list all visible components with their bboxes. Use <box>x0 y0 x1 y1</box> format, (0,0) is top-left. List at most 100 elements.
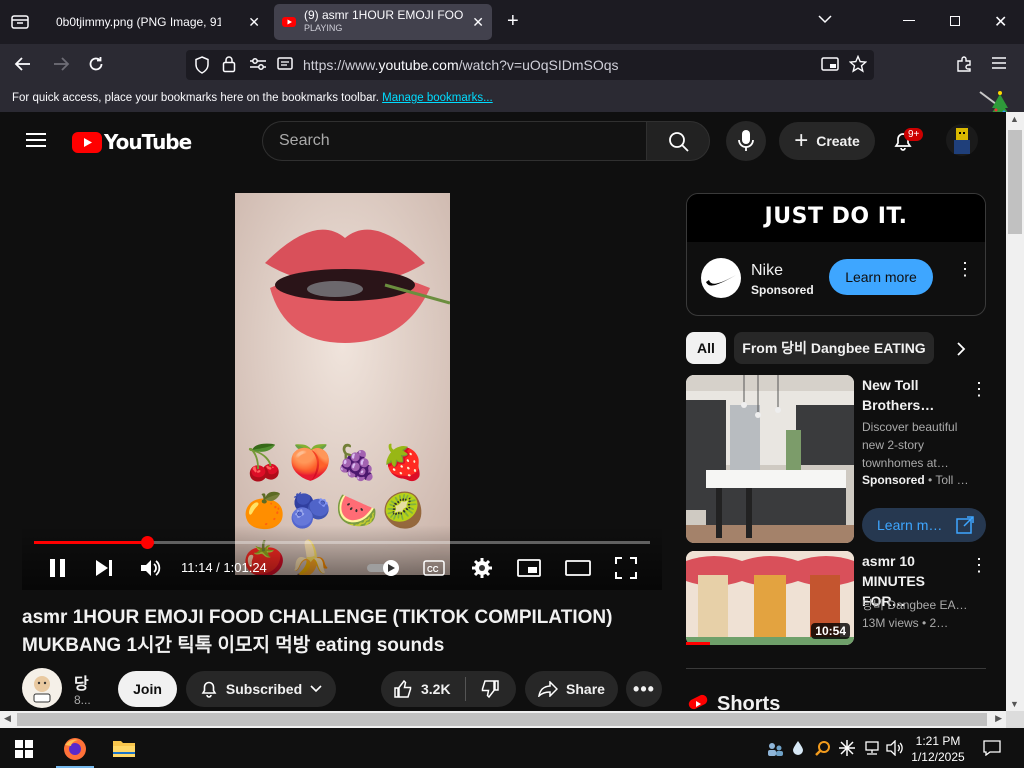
microphone-icon <box>738 130 754 152</box>
extensions-puzzle-icon[interactable] <box>955 55 973 73</box>
scroll-right-icon[interactable]: ▶ <box>995 713 1002 724</box>
duration-badge: 10:54 <box>811 623 850 639</box>
settings-gear-icon[interactable] <box>471 557 493 579</box>
volume-icon[interactable] <box>140 558 162 578</box>
close-icon[interactable]: ✕ <box>472 14 484 31</box>
scroll-thumb[interactable] <box>1008 130 1022 234</box>
url-path: /watch?v=uOqSIDmSOqs <box>458 57 619 73</box>
search-input[interactable]: Search <box>262 121 646 161</box>
kitchen-image <box>686 375 854 543</box>
youtube-logo-text: YouTube <box>104 130 192 154</box>
avatar[interactable] <box>946 124 978 156</box>
noodles-thumbnail[interactable]: 10:54 <box>686 551 854 645</box>
tab-list-chevron-icon[interactable] <box>818 14 832 24</box>
url-text[interactable]: https://www.youtube.com/watch?v=uOqSIDmS… <box>303 57 619 73</box>
subscribed-label: Subscribed <box>225 681 303 697</box>
more-vertical-icon[interactable]: ⋮ <box>970 555 988 576</box>
tab-png-image[interactable]: 0b0tjimmy.png (PNG Image, 918 × 918 pixe… <box>46 4 268 40</box>
lock-icon[interactable] <box>222 55 236 73</box>
reload-icon[interactable] <box>87 55 105 73</box>
scroll-up-icon[interactable]: ▲ <box>1010 114 1019 124</box>
windows-start-icon[interactable] <box>15 740 33 758</box>
tracking-shield-icon[interactable] <box>194 56 210 74</box>
youtube-logo[interactable]: YouTube <box>72 130 192 154</box>
restore-icon[interactable] <box>950 16 960 26</box>
snowflake-tray-icon[interactable] <box>839 740 855 756</box>
ad-tagline: JUST DO IT. <box>764 204 908 229</box>
dislike-icon[interactable] <box>480 679 500 699</box>
more-vertical-icon[interactable]: ⋮ <box>956 260 974 278</box>
water-drop-tray-icon[interactable] <box>792 740 804 756</box>
voice-search-button[interactable] <box>726 121 766 161</box>
manage-bookmarks-link[interactable]: Manage bookmarks... <box>382 92 493 104</box>
rec-learn-more-label: Learn m… <box>877 517 943 533</box>
more-vertical-icon[interactable]: ⋮ <box>970 379 988 400</box>
miniplayer-icon[interactable] <box>517 559 541 577</box>
rec-sponsored-label: Sponsored <box>862 473 925 487</box>
hamburger-menu-icon[interactable] <box>992 57 1006 69</box>
search-button[interactable] <box>646 121 710 161</box>
like-dislike-group: 3.2K <box>381 671 516 707</box>
notification-center-icon[interactable] <box>983 740 1001 756</box>
autoplay-toggle[interactable] <box>366 559 402 577</box>
rec-channel[interactable]: 당비 Dangbee EA… <box>862 596 967 614</box>
forward-arrow-icon[interactable] <box>52 55 70 73</box>
chip-all[interactable]: All <box>686 332 726 364</box>
tab-youtube-video[interactable]: (9) asmr 1HOUR EMOJI FOOD CHALLENGE PLAY… <box>274 4 492 40</box>
permissions-icon[interactable] <box>249 57 267 71</box>
progress-scrubber[interactable] <box>140 536 154 549</box>
system-clock[interactable]: 1:21 PM 1/12/2025 <box>902 733 974 765</box>
theater-mode-icon[interactable] <box>565 560 591 576</box>
fullscreen-icon[interactable] <box>615 557 637 579</box>
channel-avatar[interactable] <box>22 668 62 708</box>
rec-sponsor-name: • Toll … <box>928 473 969 487</box>
rec-learn-more-button[interactable]: Learn m… <box>862 508 986 542</box>
horizontal-scrollbar[interactable]: ◀ ▶ <box>0 711 1006 728</box>
more-actions-button[interactable]: ••• <box>626 671 662 707</box>
join-button[interactable]: Join <box>118 671 177 707</box>
channel-name[interactable]: 당 <box>74 670 89 694</box>
scroll-down-icon[interactable]: ▼ <box>1010 699 1019 709</box>
rec-sponsor-line: Sponsored • Toll … <box>862 473 969 487</box>
people-tray-icon[interactable] <box>766 740 784 758</box>
youtube-favicon-icon <box>282 15 296 29</box>
picture-in-picture-icon[interactable] <box>821 56 839 72</box>
create-button[interactable]: + Create <box>779 122 875 160</box>
network-icon[interactable] <box>863 741 881 755</box>
chevron-right-icon[interactable] <box>956 342 966 356</box>
clock-time: 1:21 PM <box>915 734 961 748</box>
vertical-scrollbar[interactable]: ▲ ▼ <box>1006 112 1024 711</box>
bookmark-star-icon[interactable] <box>849 55 867 73</box>
search-magnifier-tray-icon[interactable] <box>815 740 831 756</box>
video-frame[interactable]: 🍒 🍑 🍇 🍓 🍊 🫐 🍉 🥝 🍅 🍌 <box>235 193 450 575</box>
reader-view-icon[interactable] <box>277 57 293 71</box>
captions-icon[interactable]: CC <box>423 560 445 576</box>
minimize-icon[interactable] <box>903 20 915 21</box>
kitchen-thumbnail[interactable] <box>686 375 854 543</box>
firefox-view-icon[interactable] <box>10 13 30 31</box>
file-explorer-icon[interactable] <box>112 738 136 758</box>
like-count[interactable]: 3.2K <box>421 681 451 697</box>
back-arrow-icon[interactable] <box>14 55 32 73</box>
pause-icon[interactable] <box>49 558 67 578</box>
firefox-icon[interactable] <box>62 736 88 762</box>
learn-more-button[interactable]: Learn more <box>829 259 933 295</box>
ad-brand-name[interactable]: Nike <box>751 262 783 280</box>
chip-from-channel[interactable]: From 당비 Dangbee EATING <box>734 332 934 364</box>
scroll-thumb[interactable] <box>17 713 987 726</box>
bookmarks-hint: For quick access, place your bookmarks h… <box>12 92 379 104</box>
guide-menu-icon[interactable] <box>26 132 46 148</box>
clock-date: 1/12/2025 <box>911 750 965 764</box>
share-button[interactable]: Share <box>525 671 618 707</box>
window-close-icon[interactable]: ✕ <box>994 12 1007 32</box>
new-tab-icon[interactable]: + <box>507 10 519 33</box>
close-icon[interactable]: ✕ <box>248 14 260 31</box>
divider <box>686 668 986 669</box>
scroll-left-icon[interactable]: ◀ <box>4 713 11 724</box>
next-video-icon[interactable] <box>95 559 113 577</box>
like-icon[interactable] <box>393 679 413 699</box>
time-display: 11:14 / 1:01:24 <box>181 560 267 575</box>
rec-title[interactable]: New Toll Brothers… <box>862 375 962 415</box>
nike-logo[interactable] <box>701 258 741 298</box>
subscribed-button[interactable]: Subscribed <box>186 671 336 707</box>
